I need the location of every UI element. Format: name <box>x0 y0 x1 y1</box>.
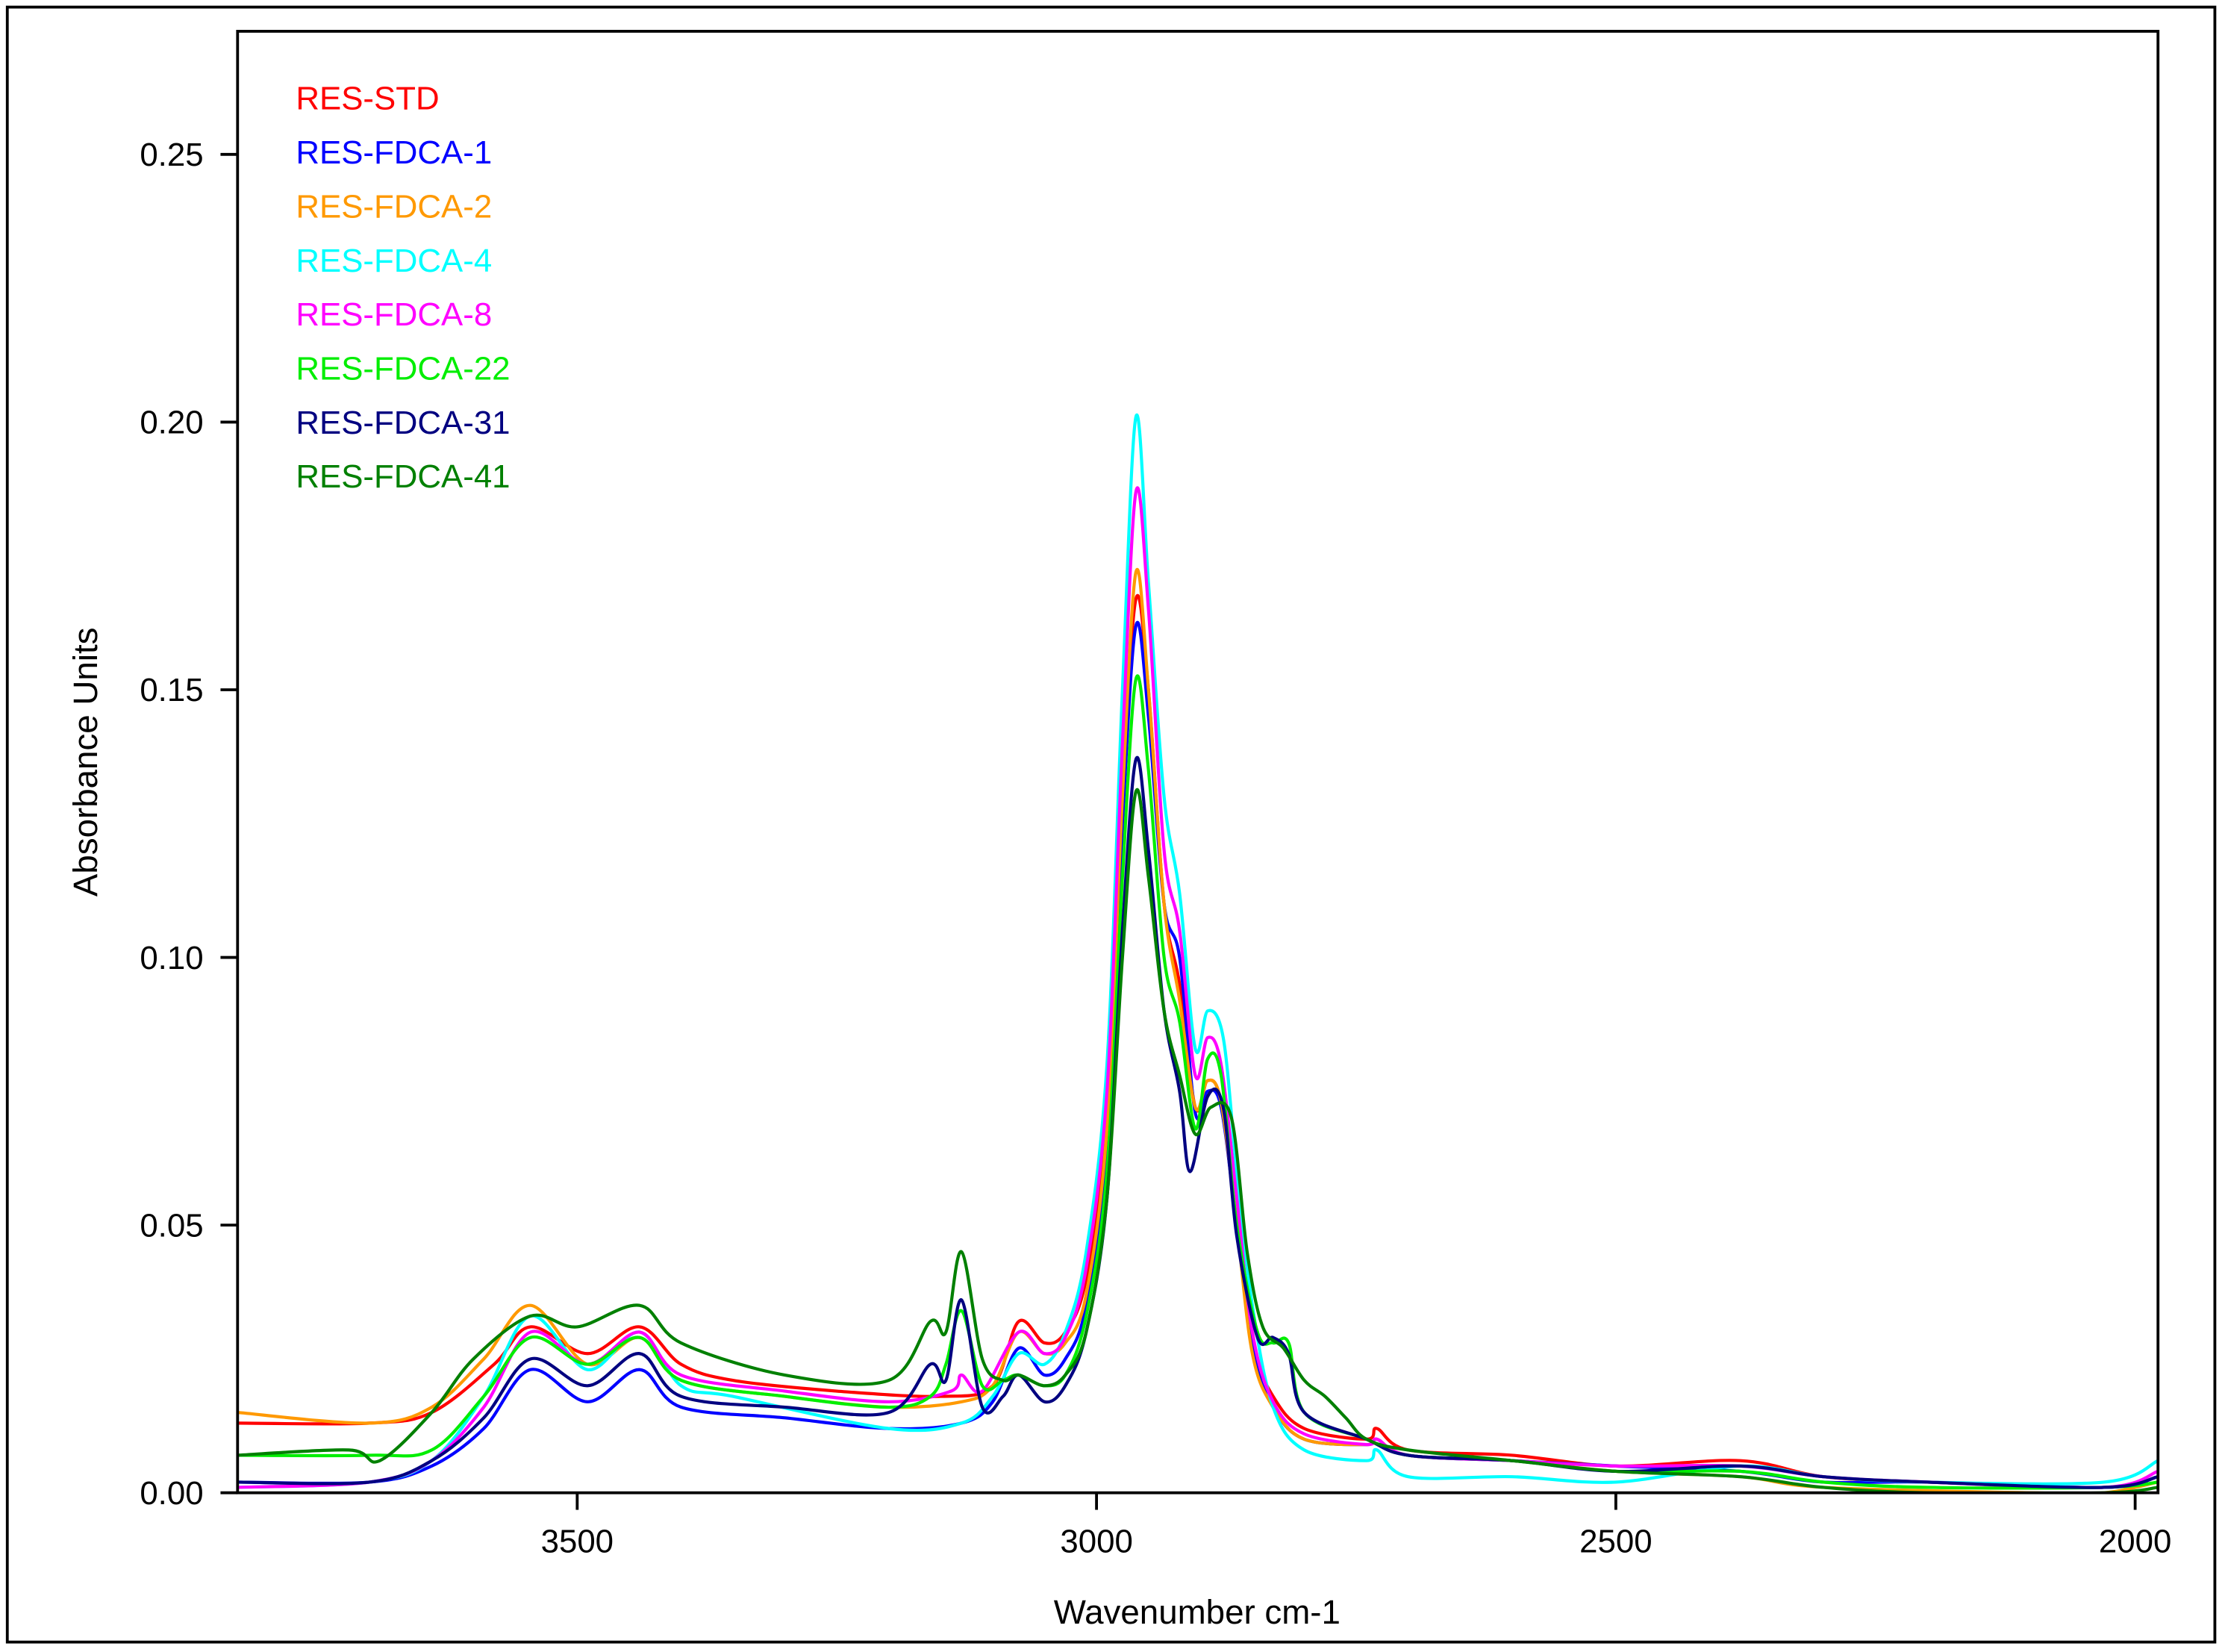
legend-entry-res-fdca-2: RES-FDCA-2 <box>296 188 492 225</box>
x-tick-label: 2000 <box>2099 1524 2171 1560</box>
legend-entry-res-fdca-31: RES-FDCA-31 <box>296 405 510 441</box>
legend-entry-res-fdca-1: RES-FDCA-1 <box>296 134 492 171</box>
legend-entry-res-fdca-8: RES-FDCA-8 <box>296 296 492 333</box>
legend-entry-res-fdca-22: RES-FDCA-22 <box>296 350 510 387</box>
y-tick-label: 0.05 <box>140 1207 203 1244</box>
legend-entry-res-std: RES-STD <box>296 81 439 117</box>
ftir-chart: 3500 3000 2500 2000 0.00 0.05 0.10 0.15 0.20 0.2… <box>5 5 2217 1644</box>
x-tick-label: 3500 <box>541 1524 614 1560</box>
legend-entry-res-fdca-41: RES-FDCA-41 <box>296 458 510 495</box>
x-axis-title: Wavenumber cm-1 <box>1054 1593 1341 1631</box>
y-tick-label: 0.25 <box>140 137 203 173</box>
y-tick-label: 0.00 <box>140 1475 203 1512</box>
y-tick-label: 0.20 <box>140 405 203 441</box>
x-tick-label: 3000 <box>1060 1524 1132 1560</box>
y-axis-title: Absorbance Units <box>66 627 104 897</box>
y-tick-label: 0.15 <box>140 672 203 708</box>
legend-entry-res-fdca-4: RES-FDCA-4 <box>296 243 492 279</box>
y-tick-label: 0.10 <box>140 940 203 976</box>
x-tick-label: 2500 <box>1579 1524 1652 1560</box>
